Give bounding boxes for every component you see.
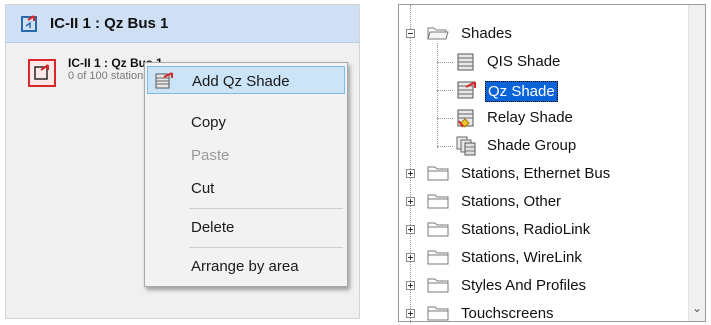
menu-separator [189, 208, 343, 209]
tree-item-stations-other[interactable]: Stations, Other [399, 191, 689, 213]
tree-item-label: Touchscreens [461, 305, 554, 322]
tree-item-label: QIS Shade [487, 53, 561, 70]
tree-item-label: Relay Shade [487, 109, 573, 126]
menu-item-label: Delete [191, 219, 235, 236]
expand-icon[interactable] [406, 281, 415, 290]
menu-item-copy[interactable]: Copy [147, 108, 345, 136]
bus-header[interactable]: IC-II 1 : Qz Bus 1 [6, 5, 359, 43]
expand-icon[interactable] [406, 309, 415, 318]
tree-item-stations-ethernet-bus[interactable]: Stations, Ethernet Bus [399, 163, 689, 185]
bus-header-title: IC-II 1 : Qz Bus 1 [50, 15, 169, 32]
qz-shade-icon [457, 81, 476, 99]
menu-item-arrange-by-area[interactable]: Arrange by area [147, 252, 345, 280]
shade-group-icon [456, 136, 476, 156]
vertical-scrollbar[interactable]: ⌄ [688, 5, 705, 321]
tree-item-styles-and-profiles[interactable]: Styles And Profiles [399, 275, 689, 297]
menu-item-paste[interactable]: Paste [147, 141, 345, 169]
object-tree[interactable]: Shades QIS Shade Qz Shade Relay Shade Sh… [398, 4, 706, 325]
qz-shade-icon [155, 72, 173, 89]
folder-icon [427, 278, 449, 293]
bus-node-station-count: 0 of 100 stations [68, 70, 149, 82]
tree-item-label: Stations, WireLink [461, 249, 582, 266]
scroll-down-icon[interactable]: ⌄ [692, 301, 702, 315]
folder-icon [427, 306, 449, 321]
menu-item-cut[interactable]: Cut [147, 174, 345, 202]
tree-item-label: Styles And Profiles [461, 277, 587, 294]
menu-item-label: Arrange by area [191, 258, 299, 275]
tree-item-label: Stations, Other [461, 193, 562, 210]
tree-item-qz-shade[interactable]: Qz Shade [399, 79, 689, 102]
folder-icon [427, 222, 449, 237]
tree-item-shade-group[interactable]: Shade Group [399, 135, 689, 157]
relay-shade-icon [457, 109, 474, 128]
tree-item-shades[interactable]: Shades [399, 23, 689, 45]
tree-item-label: Shade Group [487, 137, 577, 154]
menu-item-label: Add Qz Shade [192, 73, 290, 90]
expand-icon[interactable] [406, 253, 415, 262]
tree-item-stations-wirelink[interactable]: Stations, WireLink [399, 247, 689, 269]
tree-item-label: Shades [461, 25, 512, 42]
qis-shade-icon [457, 53, 474, 71]
qz-bus-node-icon [28, 59, 56, 87]
menu-item-add-qz-shade[interactable]: Add Qz Shade [147, 66, 345, 94]
folder-icon [427, 250, 449, 265]
expand-icon[interactable] [406, 197, 415, 206]
menu-item-label: Paste [191, 147, 230, 164]
tree-item-label-selected: Qz Shade [485, 81, 558, 102]
qz-bus-icon [21, 15, 37, 32]
folder-icon [427, 166, 449, 181]
tree-item-stations-radiolink[interactable]: Stations, RadioLink [399, 219, 689, 241]
tree-item-qis-shade[interactable]: QIS Shade [399, 51, 689, 73]
menu-item-label: Cut [191, 180, 215, 197]
tree-item-label: Stations, Ethernet Bus [461, 165, 611, 182]
expand-icon[interactable] [406, 169, 415, 178]
context-menu: Add Qz Shade Copy Paste Cut Delete Arran… [144, 62, 348, 287]
tree-item-relay-shade[interactable]: Relay Shade [399, 107, 689, 129]
folder-open-icon [427, 27, 449, 40]
collapse-icon[interactable] [406, 29, 415, 38]
menu-separator [189, 247, 343, 248]
menu-item-label: Copy [191, 114, 227, 131]
folder-icon [427, 194, 449, 209]
expand-icon[interactable] [406, 225, 415, 234]
tree-item-label: Stations, RadioLink [461, 221, 591, 238]
tree-item-touchscreens[interactable]: Touchscreens [399, 303, 689, 325]
menu-item-delete[interactable]: Delete [147, 213, 345, 241]
